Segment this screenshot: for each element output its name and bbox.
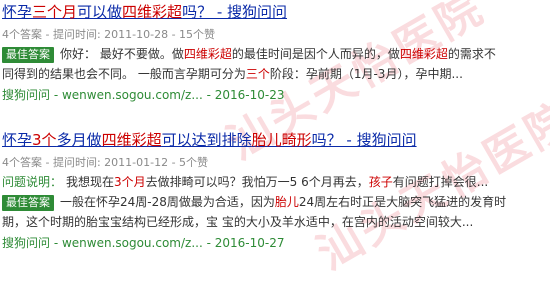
search-result-1: 怀孕三个月可以做四维彩超吗？ - 搜狗问问 4个答案 - 提问时间: 2011-… xyxy=(2,2,548,104)
question-highlight: 孩子 xyxy=(368,175,393,189)
result-1-answer: 最佳答案 你好： 最好不要做。做四维彩超的最佳时间是因个人而异的，做四维彩超的需求… xyxy=(2,45,548,63)
title-text: 可以达到排除 xyxy=(161,131,252,149)
question-text: 去做排畸可以吗？我怕万一5 6个月再去， xyxy=(145,175,369,189)
result-2-answer-line2: 期，这个时期的胎宝宝结构已经形成，宝 宝的大小及羊水适中，在宫内的活动空间较大.… xyxy=(2,215,474,229)
answer-text: 阶段：孕前期（1月-3月），孕中期... xyxy=(269,67,463,81)
result-2-meta: 4个答案 - 提问时间: 2011-01-12 - 5个赞 xyxy=(2,156,209,169)
result-2-title-link[interactable]: 怀孕3个多月做四维彩超可以达到排除胎儿畸形吗？ - 搜狗问问 xyxy=(2,130,548,150)
title-text: 怀孕 xyxy=(2,3,33,21)
answer-text: 24周左右时正是大脑突飞猛进的发育时 xyxy=(298,195,507,209)
result-1-source-link[interactable]: 搜狗问问 - wenwen.sogou.com/z... - 2016-10-2… xyxy=(2,86,548,104)
result-1-meta: 4个答案 - 提问时间: 2011-10-28 - 15个赞 xyxy=(2,28,216,41)
result-1-title-link[interactable]: 怀孕三个月可以做四维彩超吗？ - 搜狗问问 xyxy=(2,2,548,22)
title-highlight: 胎儿畸形 xyxy=(251,131,312,149)
answer-highlight: 四维彩超 xyxy=(399,47,448,61)
answer-highlight: 胎儿 xyxy=(274,195,299,209)
title-highlight: 四维彩超 xyxy=(122,3,183,21)
answer-text: 一般在怀孕24周-28周做最为合适，因为 xyxy=(60,195,275,209)
title-text: 吗？ - 搜狗问问 xyxy=(311,131,417,149)
best-answer-badge: 最佳答案 xyxy=(2,195,54,211)
answer-text: 的需求不 xyxy=(447,47,496,61)
title-highlight: 四维彩超 xyxy=(101,131,162,149)
title-highlight: 3个 xyxy=(32,131,57,149)
result-2-question: 问题说明： 我想现在3个月去做排畸可以吗？我怕万一5 6个月再去，孩子有问题打掉会… xyxy=(2,173,548,191)
title-text: 多月做 xyxy=(56,131,102,149)
answer-highlight: 三个 xyxy=(245,67,270,81)
answer-highlight: 四维彩超 xyxy=(183,47,232,61)
answer-text: 你好： 最好不要做。做 xyxy=(60,47,184,61)
title-highlight: 三个月 xyxy=(32,3,78,21)
question-text: 有问题打掉会很... xyxy=(392,175,489,189)
search-result-2: 怀孕3个多月做四维彩超可以达到排除胎儿畸形吗？ - 搜狗问问 4个答案 - 提问… xyxy=(2,130,548,252)
question-text: 我想现在 xyxy=(66,175,115,189)
result-2-source-link[interactable]: 搜狗问问 - wenwen.sogou.com/z... - 2016-10-2… xyxy=(2,234,548,252)
title-text: 怀孕 xyxy=(2,131,33,149)
best-answer-badge: 最佳答案 xyxy=(2,47,54,63)
result-1-answer-line2: 同得到的结果也会不同。 一般而言孕期可分为三个阶段：孕前期（1月-3月），孕中期… xyxy=(2,65,548,83)
question-label: 问题说明： xyxy=(2,175,63,189)
result-2-answer: 最佳答案 一般在怀孕24周-28周做最为合适，因为胎儿24周左右时正是大脑突飞猛进… xyxy=(2,193,548,211)
answer-text: 同得到的结果也会不同。 一般而言孕期可分为 xyxy=(2,67,246,81)
question-highlight: 3个月 xyxy=(114,175,146,189)
answer-text: 的最佳时间是因个人而异的，做 xyxy=(231,47,400,61)
title-text: 吗？ - 搜狗问问 xyxy=(182,3,288,21)
title-text: 可以做 xyxy=(77,3,123,21)
